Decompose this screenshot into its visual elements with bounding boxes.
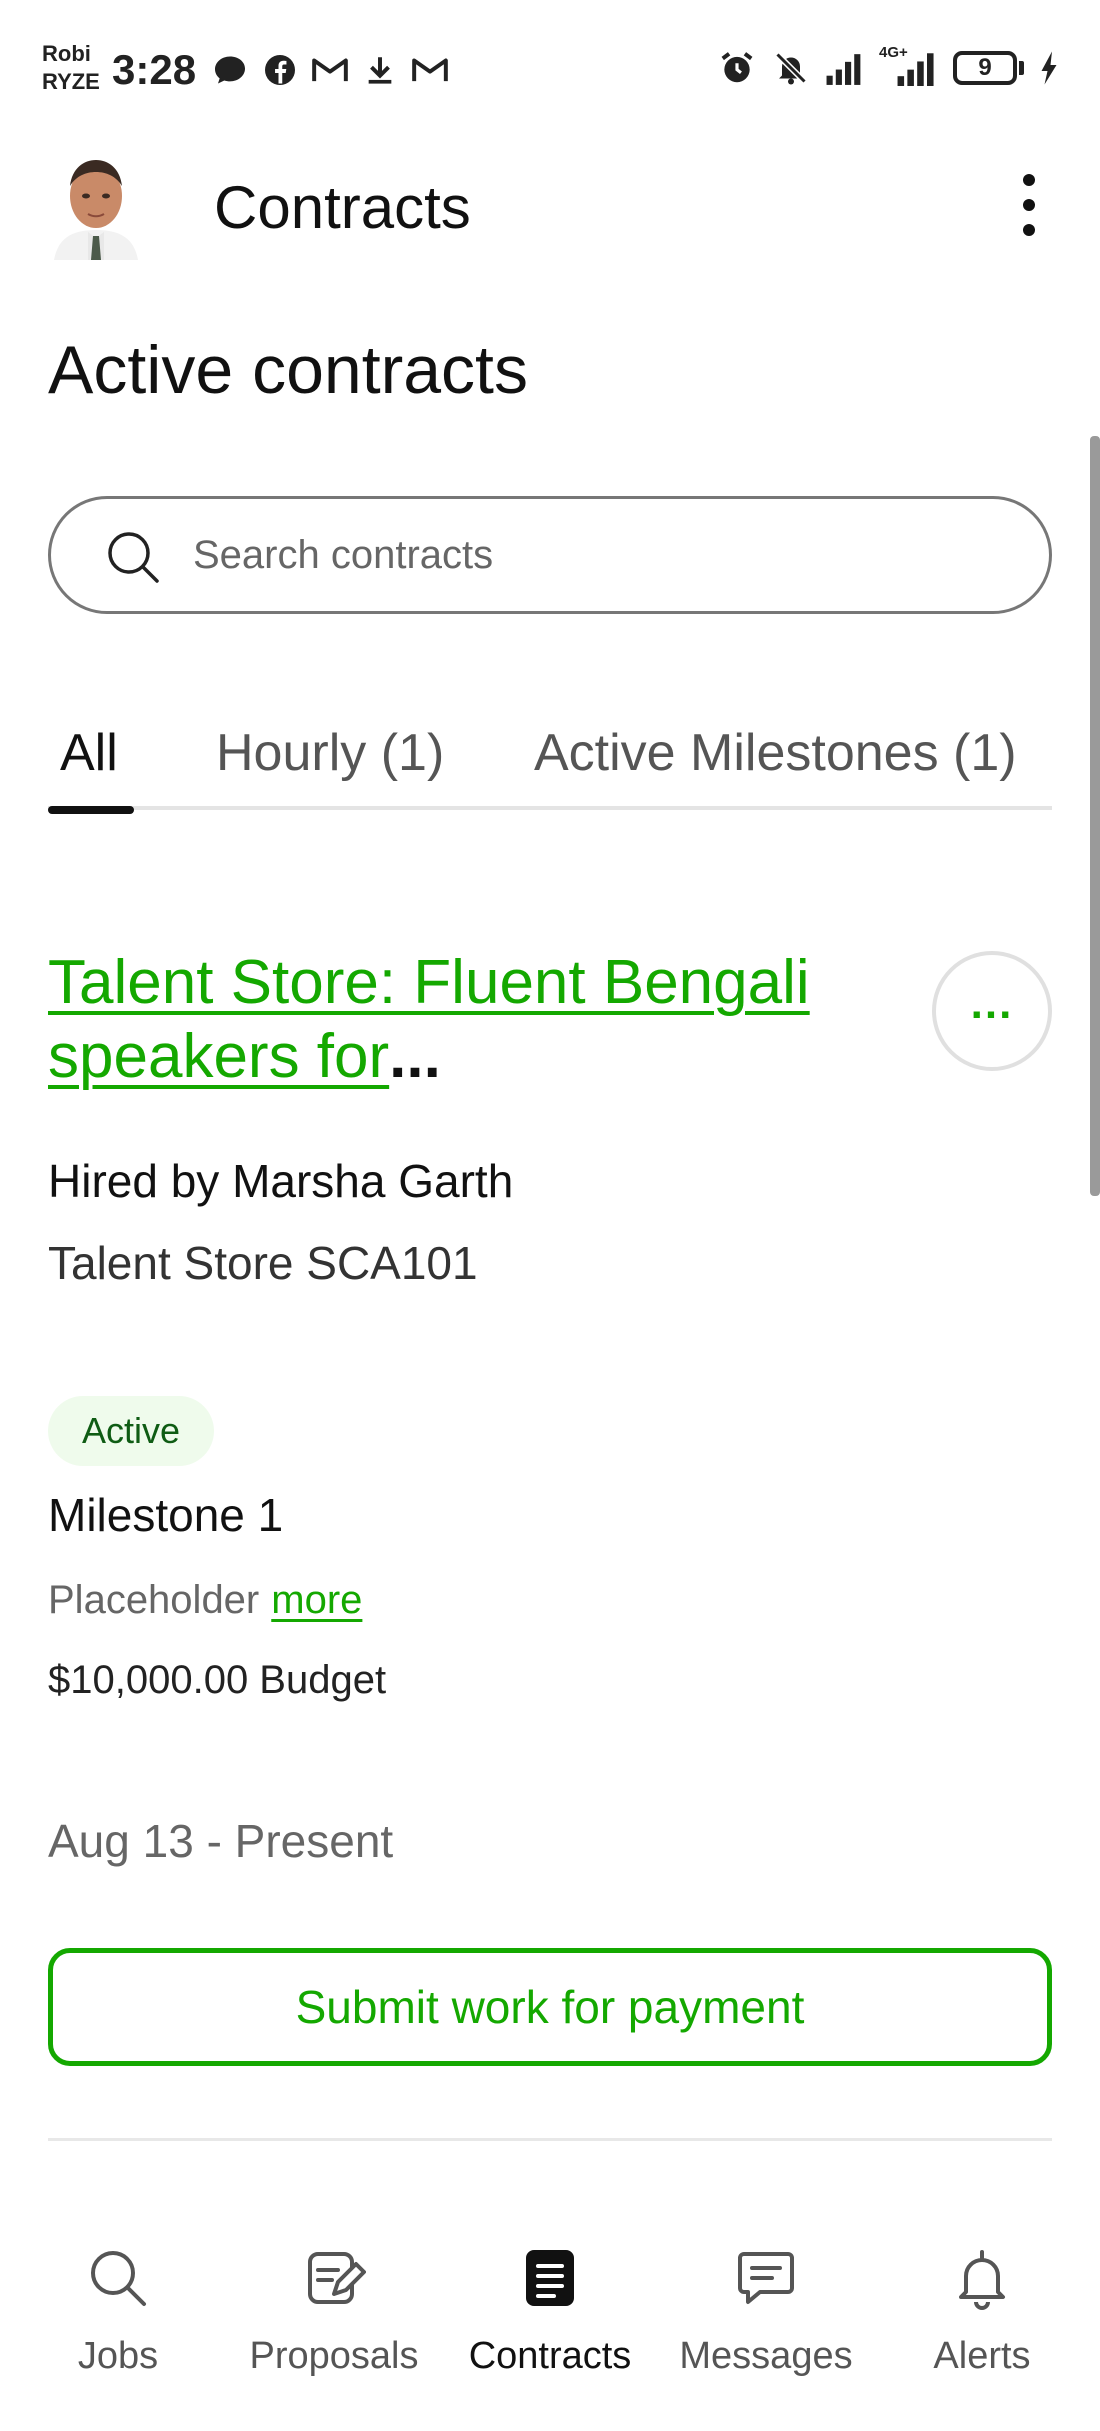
title-ellipsis: ... [389, 1022, 441, 1091]
nav-jobs[interactable]: Jobs [8, 2216, 228, 2431]
status-time: 3:28 [112, 46, 197, 93]
gmail-icon [310, 50, 350, 90]
milestone-description: Placeholder more [48, 1574, 362, 1626]
kebab-dot [1023, 224, 1035, 236]
signal-4g-icon: 4G+ [879, 44, 939, 88]
message-icon [734, 2246, 798, 2310]
submit-work-button[interactable]: Submit work for payment [48, 1948, 1052, 2066]
kebab-menu-icon[interactable] [1014, 170, 1044, 240]
nav-label: Jobs [77, 2335, 159, 2377]
alarm-icon [717, 48, 757, 88]
more-link[interactable]: more [271, 1578, 362, 1622]
contract-document-icon [518, 2246, 582, 2310]
nav-proposals[interactable]: Proposals [224, 2216, 444, 2431]
active-tab-indicator [48, 806, 134, 814]
company-name: Talent Store SCA101 [48, 1237, 478, 1289]
edit-document-icon [302, 2246, 366, 2310]
search-icon [86, 2246, 150, 2310]
contract-tabs: All Hourly (1) Active Milestones (1) [48, 710, 1052, 814]
search-bar[interactable] [48, 496, 1052, 614]
carrier-line-2: RYZE [42, 69, 100, 94]
tab-label: Active Milestones (1) [534, 724, 1017, 782]
system-icons: 4G+ 9 [717, 44, 1060, 88]
kebab-dot [1023, 199, 1035, 211]
tab-label: Hourly (1) [216, 724, 445, 782]
signal-icon [825, 48, 865, 88]
nav-label: Alerts [933, 2335, 1031, 2377]
kebab-dot [1023, 174, 1035, 186]
scrollbar[interactable] [1090, 436, 1100, 1196]
nav-contracts[interactable]: Contracts [440, 2216, 660, 2431]
hired-by: Hired by Marsha Garth [48, 1155, 514, 1207]
nav-messages[interactable]: Messages [656, 2216, 876, 2431]
contract-title-line-2[interactable]: speakers for [48, 1022, 389, 1091]
tab-active-milestones[interactable]: Active Milestones (1) [534, 718, 1017, 788]
battery-icon: 9 [953, 51, 1024, 85]
nav-alerts[interactable]: Alerts [872, 2216, 1092, 2431]
milestone-desc-text: Placeholder [48, 1578, 260, 1622]
app-header: Contracts [0, 140, 1100, 270]
tab-all[interactable]: All [60, 718, 118, 788]
avatar[interactable] [48, 152, 144, 260]
contract-title-line-1[interactable]: Talent Store: Fluent Bengali [48, 948, 810, 1017]
bottom-navigation: Jobs Proposals Contracts Messages Alerts [0, 2216, 1100, 2431]
bell-off-icon [771, 48, 811, 88]
more-actions-button[interactable]: ... [932, 951, 1052, 1071]
milestone-name: Milestone 1 [48, 1489, 284, 1541]
carrier-label: Robi RYZE [42, 40, 100, 96]
status-bar: Robi RYZE 3:28 4G+ 9 [0, 0, 1100, 140]
gmail-icon [410, 50, 450, 90]
network-type-label: 4G+ [879, 44, 908, 61]
facebook-icon [260, 50, 300, 90]
nav-label: Contracts [468, 2335, 632, 2377]
nav-label: Proposals [249, 2335, 419, 2377]
download-icon [360, 50, 400, 90]
more-horizontal-icon: ... [970, 979, 1014, 1028]
page-title: Active contracts [48, 332, 528, 408]
notification-icons [210, 50, 450, 90]
divider [48, 2138, 1052, 2141]
chat-bubble-icon [210, 50, 250, 90]
contract-title[interactable]: Talent Store: Fluent Bengali speakers fo… [48, 946, 898, 1094]
header-title: Contracts [214, 174, 471, 241]
status-badge: Active [48, 1396, 215, 1466]
carrier-line-1: Robi [42, 41, 91, 66]
search-input[interactable] [193, 519, 1013, 591]
milestone-budget: $10,000.00 Budget [48, 1658, 387, 1702]
battery-tip [1019, 61, 1024, 75]
tab-label: All [60, 724, 118, 782]
search-icon [103, 527, 163, 587]
tab-hourly[interactable]: Hourly (1) [216, 718, 444, 788]
battery-level: 9 [953, 51, 1017, 85]
charging-icon [1038, 48, 1060, 88]
nav-label: Messages [679, 2335, 853, 2377]
contract-date-range: Aug 13 - Present [48, 1815, 394, 1867]
bell-icon [950, 2246, 1014, 2310]
